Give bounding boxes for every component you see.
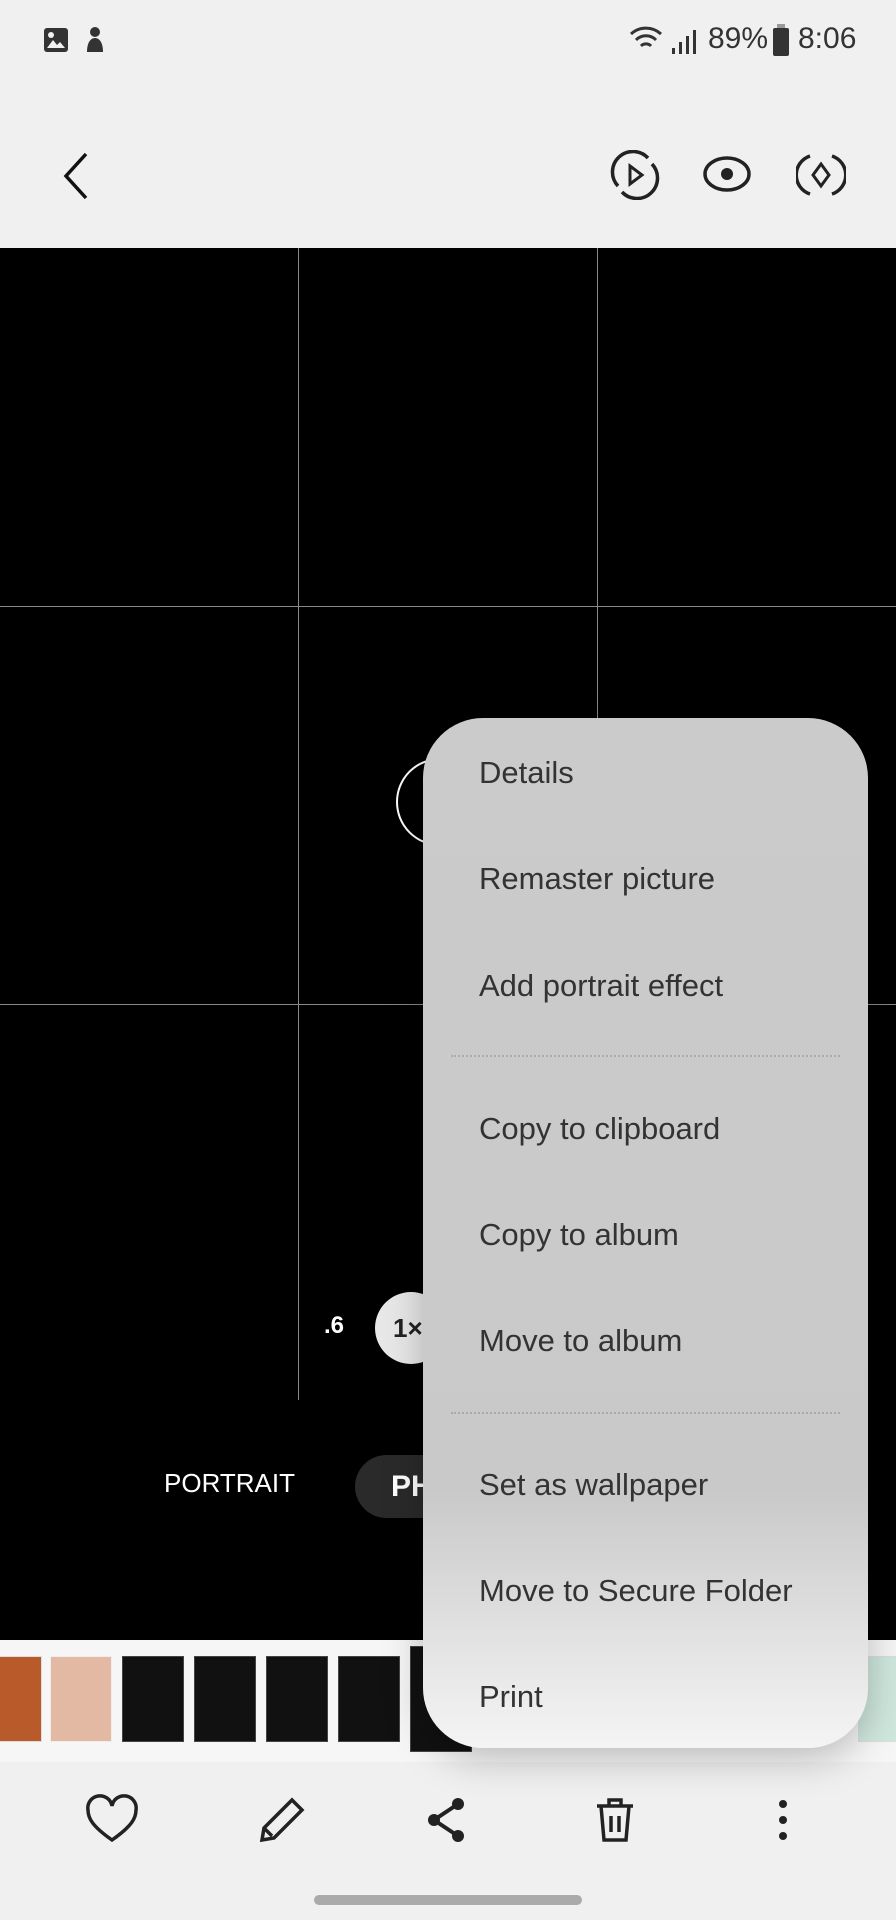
more-icon[interactable] (753, 1790, 813, 1850)
favorite-icon[interactable] (82, 1790, 142, 1850)
notification-icon (87, 27, 103, 52)
share-icon[interactable] (418, 1790, 478, 1850)
edit-icon[interactable] (250, 1790, 310, 1850)
delete-icon[interactable] (585, 1790, 645, 1850)
menu-item-copy-album[interactable]: Copy to album (479, 1205, 859, 1265)
clock: 8:06 (798, 22, 857, 55)
battery-icon (773, 24, 789, 56)
menu-item-details[interactable]: Details (479, 743, 859, 803)
menu-item-copy-clipboard[interactable]: Copy to clipboard (479, 1099, 859, 1159)
battery-percent: 89% (708, 22, 769, 55)
status-bar: 89% 8:06 (0, 18, 896, 62)
auto-rotate-icon[interactable] (796, 150, 846, 200)
context-menu: Details Remaster picture Add portrait ef… (423, 718, 868, 1748)
thumbnail[interactable] (50, 1656, 112, 1742)
divider (451, 1412, 840, 1414)
menu-item-remaster[interactable]: Remaster picture (479, 849, 859, 909)
gallery-icon (44, 28, 68, 52)
back-icon[interactable] (58, 150, 94, 200)
thumbnail[interactable] (122, 1656, 184, 1742)
motion-photo-icon[interactable] (610, 150, 660, 200)
divider (451, 1055, 840, 1057)
home-indicator[interactable] (314, 1895, 582, 1905)
signal-icon (672, 30, 696, 54)
menu-item-move-album[interactable]: Move to album (479, 1311, 859, 1371)
thumbnail[interactable] (338, 1656, 400, 1742)
menu-item-portrait-effect[interactable]: Add portrait effect (479, 956, 859, 1016)
thumbnail[interactable] (0, 1656, 42, 1742)
zoom-option: .6 (324, 1312, 345, 1339)
thumbnail[interactable] (194, 1656, 256, 1742)
wifi-icon (629, 26, 663, 48)
menu-item-secure-folder[interactable]: Move to Secure Folder (479, 1561, 859, 1621)
mode-portrait: PORTRAIT (164, 1468, 295, 1498)
menu-item-wallpaper[interactable]: Set as wallpaper (479, 1455, 859, 1515)
eye-icon[interactable] (702, 152, 752, 196)
thumbnail[interactable] (266, 1656, 328, 1742)
menu-item-print[interactable]: Print (479, 1667, 859, 1727)
